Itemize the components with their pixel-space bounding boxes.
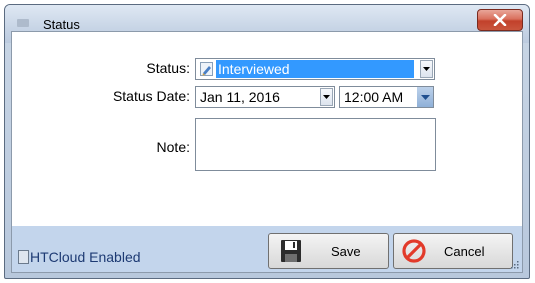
time-picker[interactable]: 12:00 AM	[339, 86, 434, 108]
cancel-icon	[402, 239, 426, 263]
close-button[interactable]	[477, 9, 523, 31]
cancel-label: Cancel	[444, 244, 485, 259]
cancel-button[interactable]: Cancel	[393, 233, 513, 269]
chevron-down-icon	[423, 67, 430, 71]
status-dropdown[interactable]: Interviewed	[195, 58, 435, 80]
date-picker-button[interactable]	[320, 88, 333, 106]
htcloud-status: HTCloud Enabled	[30, 249, 141, 265]
chevron-down-icon	[323, 95, 330, 99]
status-value: Interviewed	[216, 60, 414, 78]
dialog-footer: HTCloud Enabled Save Cancel	[12, 226, 522, 272]
note-label: Note:	[156, 139, 190, 155]
status-dropdown-button[interactable]	[420, 60, 433, 78]
note-field[interactable]	[195, 118, 436, 171]
chevron-down-icon	[420, 94, 430, 100]
save-label: Save	[331, 244, 361, 259]
resize-grip-icon[interactable]	[509, 259, 519, 269]
date-picker[interactable]: Jan 11, 2016	[195, 86, 335, 108]
status-date-label: Status Date:	[112, 88, 190, 104]
htcloud-icon	[18, 250, 29, 264]
time-value: 12:00 AM	[344, 89, 404, 105]
status-dialog: Status Status: Interviewed Status Date:	[4, 4, 530, 279]
time-picker-button[interactable]	[417, 87, 433, 107]
save-button[interactable]: Save	[268, 233, 389, 269]
date-value: Jan 11, 2016	[200, 89, 280, 105]
status-edit-icon	[200, 62, 213, 76]
window-icon	[17, 19, 29, 27]
close-icon	[493, 14, 507, 26]
floppy-disk-icon	[281, 240, 301, 262]
status-label: Status:	[146, 60, 190, 76]
dialog-body: Status: Interviewed Status Date: Jan 11,…	[11, 31, 523, 273]
window-title: Status	[43, 17, 80, 32]
